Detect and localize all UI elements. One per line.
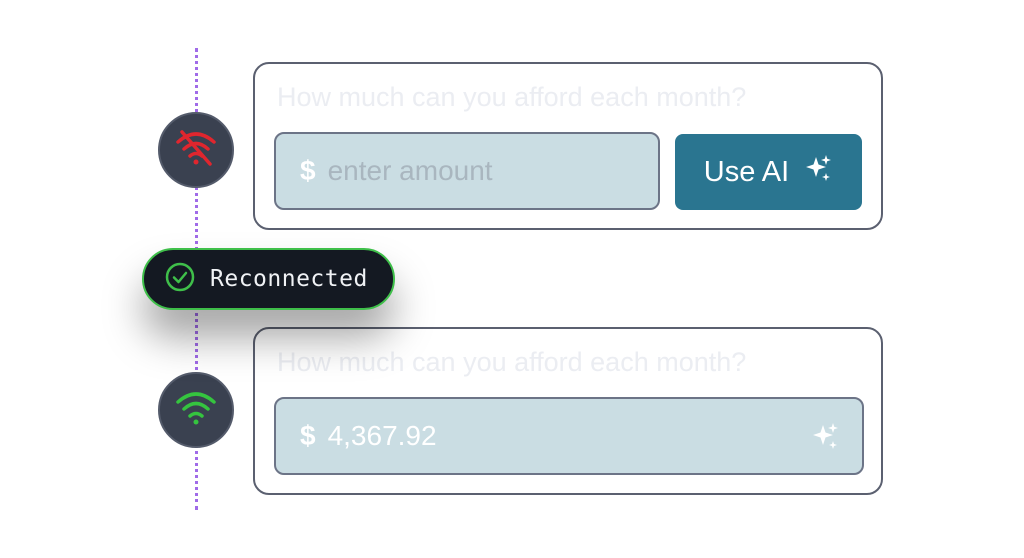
sparkle-icon (803, 153, 833, 191)
amount-input[interactable]: $ 4,367.92 (274, 397, 864, 475)
amount-placeholder: enter amount (327, 155, 493, 186)
amount-input[interactable]: $ enter amount (274, 132, 660, 210)
amount-value: 4,367.92 (327, 420, 437, 451)
offline-payment-card: How much can you afford each month? $ en… (253, 62, 883, 230)
online-payment-card: How much can you afford each month? $ 4,… (253, 327, 883, 495)
use-ai-label: Use AI (703, 155, 790, 188)
online-status-node (158, 372, 234, 448)
toast-label: Reconnected (210, 266, 368, 292)
currency-symbol: $ (300, 155, 316, 186)
use-ai-button[interactable]: Use AI (675, 134, 862, 210)
currency-symbol: $ (300, 420, 316, 451)
wifi-off-icon (174, 128, 218, 173)
check-circle-icon (164, 261, 196, 298)
sparkle-icon[interactable] (810, 421, 840, 451)
card-question: How much can you afford each month? (277, 82, 747, 112)
reconnected-toast: Reconnected (142, 248, 395, 310)
wifi-icon (174, 388, 218, 433)
card-question: How much can you afford each month? (277, 347, 747, 377)
offline-status-node (158, 112, 234, 188)
